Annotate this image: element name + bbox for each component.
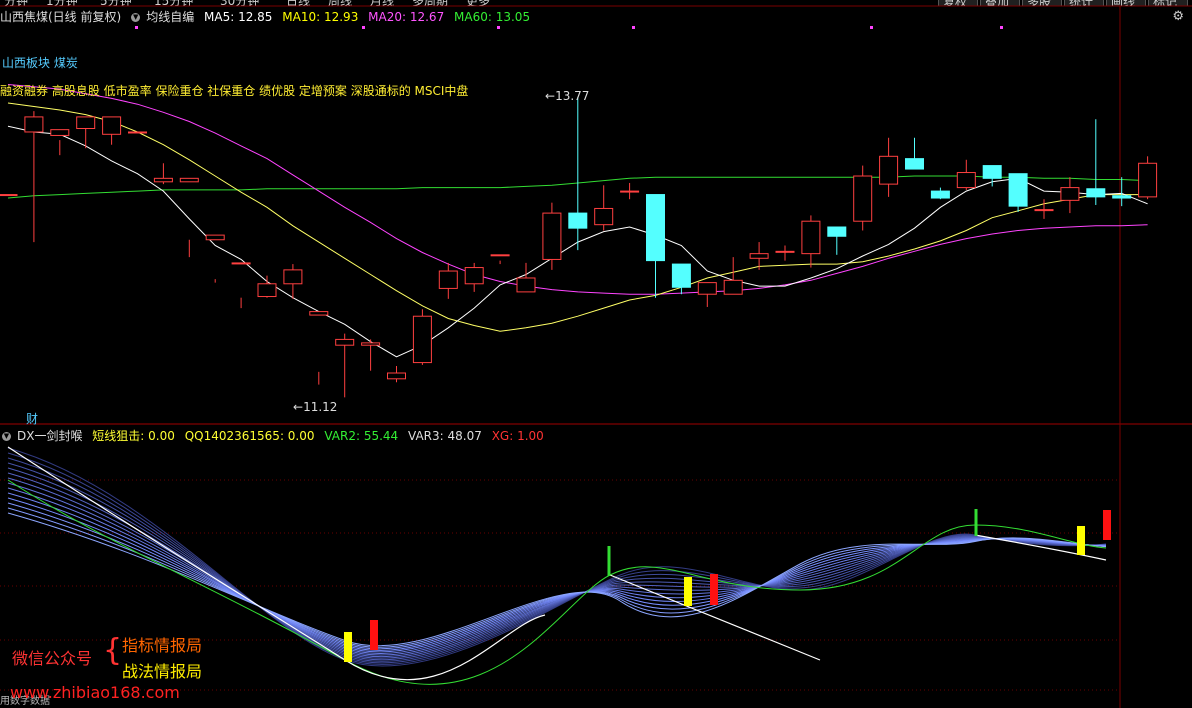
candle-body-15 [387,372,406,380]
candle-body-8 [205,234,225,241]
ma20-label: MA20: 12.67 [368,10,445,24]
candle-body-38 [982,165,1002,179]
signal-red-2 [710,574,718,605]
signal-yellow-2 [684,577,692,606]
finance-marker[interactable]: 财 [26,410,38,427]
sector-info[interactable]: 山西板块 煤炭 [2,54,78,71]
candle-body-23 [594,207,614,226]
kline-chart[interactable] [0,0,1192,708]
candle-body-10 [257,283,277,298]
qq-value: QQ1402361565: 0.00 [184,429,315,443]
watermark-line-1: 指标情报局 [122,636,203,655]
candle-body-44 [1138,162,1158,198]
watermark-line-2: 战法情报局 [122,662,203,681]
marker-dot-4 [870,26,873,29]
candle-body-9 [231,262,251,265]
candle-body-40 [1034,209,1054,212]
candle-body-36 [930,190,950,199]
candle-body-30 [775,250,795,253]
xg-value: XG: 1.00 [491,429,544,443]
ma60-label: MA60: 13.05 [454,10,531,24]
candle-body-7 [179,177,199,183]
candle-body-24 [620,190,640,193]
candle-body-25 [646,194,665,262]
candle-body-11 [283,269,303,285]
candle-body-31 [801,220,821,255]
candle-body-2 [50,129,70,136]
indicator-title[interactable]: DX一剑封喉 [17,429,82,443]
candle-body-20 [516,277,536,293]
signal-yellow-3 [1077,526,1085,555]
candle-body-12 [309,311,329,316]
marker-dot-3 [632,26,635,29]
marker-dot-5 [1000,26,1003,29]
watermark-brace: { [103,633,123,668]
candle-body-33 [853,175,873,222]
concept-tags[interactable]: 融资融券 高股息股 低市盈率 保险重仓 社保重仓 绩优股 定增预案 深股通标的 … [0,82,468,99]
candle-body-29 [749,253,769,259]
chart-header: 山西焦煤(日线 前复权) ▼ 均线自编 MA5: 12.85 MA10: 12.93… [0,8,536,24]
signal-red-1 [370,620,378,650]
stock-name[interactable]: 山西焦煤(日线 前复权) [0,10,121,24]
watermark-url: www.zhibiao168.com [10,683,180,702]
indicator-settings-icon[interactable]: ▼ [2,432,11,441]
gear-icon[interactable]: ⚙ [1172,9,1184,24]
indicator-header: ▼ DX一剑封喉 短线狙击: 0.00 QQ1402361565: 0.00 VA… [0,427,550,444]
candle-body-17 [438,270,458,289]
candle-body-26 [671,263,691,288]
settings-circle-icon[interactable]: ▼ [131,13,141,22]
candle-body-5 [128,131,147,134]
candle-body-4 [102,116,122,135]
low-price-label: ←11.12 [293,400,338,414]
candle-body-39 [1008,173,1028,207]
candle-body-3 [76,116,96,130]
candle-body-43 [1112,195,1132,199]
candle-body-6 [153,177,173,183]
high-price-label: ←13.77 [545,89,590,103]
watermark-wechat-label: 微信公众号 [12,649,93,668]
candle-body-14 [361,342,381,346]
ma10-label: MA10: 12.93 [282,10,359,24]
short-snipe-value: 短线狙击: 0.00 [92,429,175,443]
candle-body-32 [827,226,847,237]
candle-body-27 [697,282,717,295]
candle-body-13 [335,338,355,346]
candle-body-16 [412,315,432,364]
indicator-name[interactable]: 均线自编 [146,10,194,24]
marker-dot-2 [497,26,500,29]
signal-red-3 [1103,510,1111,540]
candle-body-21 [542,212,562,260]
candle-body-0 [0,194,18,197]
candle-body-37 [956,172,976,189]
candle-body-41 [1060,187,1080,201]
var2-value: VAR2: 55.44 [324,429,399,443]
var3-value: VAR3: 48.07 [408,429,482,443]
marker-dot-0 [135,26,138,29]
ma5-label: MA5: 12.85 [204,10,273,24]
candle-body-19 [490,254,510,257]
candle-body-35 [905,158,924,170]
candle-body-34 [879,155,899,185]
candle-body-42 [1086,188,1106,198]
marker-dot-1 [362,26,365,29]
candle-body-22 [568,212,588,229]
candle-body-18 [464,267,484,285]
candle-body-28 [723,279,743,295]
candle-body-1 [24,116,44,133]
signal-yellow-1 [344,632,352,662]
